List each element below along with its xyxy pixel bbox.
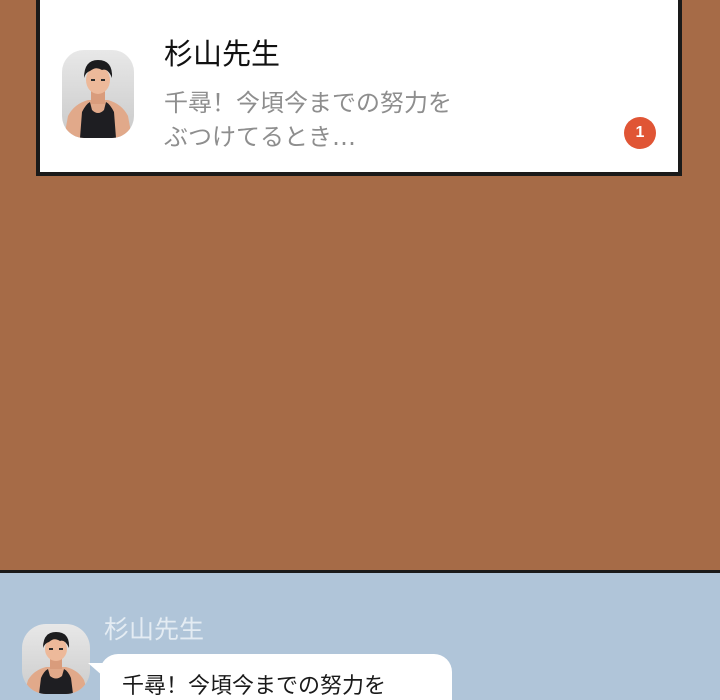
chat-panel: 杉山先生 千尋！今頃今までの努力を	[0, 570, 720, 700]
preview-line-1: 千尋！今頃今までの努力を	[164, 89, 452, 117]
preview-line-2: ぶつけてるとき…	[164, 123, 356, 151]
message-bubble[interactable]: 千尋！今頃今までの努力を	[100, 654, 452, 700]
notification-preview-text: 千尋！今頃今までの努力を ぶつけてるとき…	[164, 86, 452, 154]
unread-count-badge: 1	[624, 117, 656, 149]
avatar-man-icon	[22, 624, 90, 694]
chat-sender-avatar[interactable]	[22, 624, 90, 694]
screen: 杉山先生 千尋！今頃今までの努力を ぶつけてるとき… 1 杉山先生 千尋！今頃今…	[0, 0, 720, 700]
avatar-man-icon	[62, 50, 134, 138]
message-notification-card[interactable]: 杉山先生 千尋！今頃今までの努力を ぶつけてるとき… 1	[36, 0, 682, 176]
notification-sender-name: 杉山先生	[164, 37, 281, 71]
chat-sender-name: 杉山先生	[104, 615, 205, 644]
sender-avatar	[62, 50, 134, 138]
message-text: 千尋！今頃今までの努力を	[122, 674, 387, 699]
